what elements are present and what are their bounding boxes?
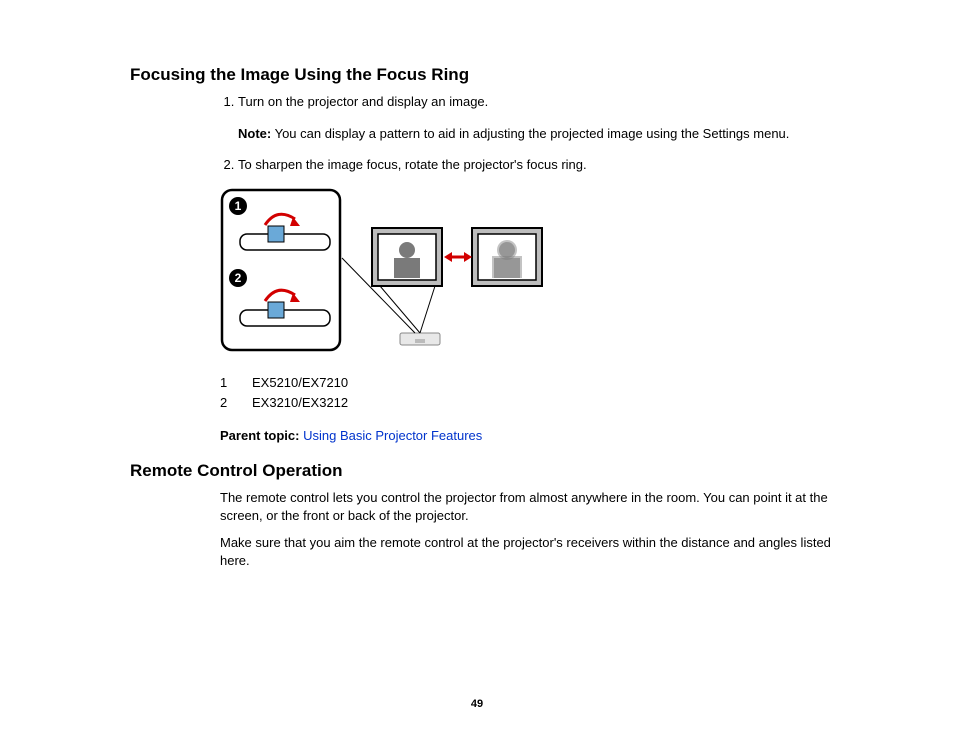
section2-body: The remote control lets you control the … [220, 489, 844, 569]
heading-remote: Remote Control Operation [130, 461, 844, 481]
legend-list: 1 EX5210/EX7210 2 EX3210/EX3212 [220, 373, 844, 415]
legend-text-2: EX3210/EX3212 [252, 393, 348, 414]
legend-row-2: 2 EX3210/EX3212 [220, 393, 844, 414]
parent-topic-link[interactable]: Using Basic Projector Features [303, 428, 482, 443]
step-1-text: Turn on the projector and display an ima… [238, 94, 488, 109]
legend-num-1: 1 [220, 373, 252, 394]
note-text: You can display a pattern to aid in adju… [271, 126, 789, 141]
svg-text:1: 1 [235, 199, 242, 213]
note-block: Note: You can display a pattern to aid i… [238, 125, 844, 143]
steps-list: Turn on the projector and display an ima… [220, 93, 844, 174]
step-1: Turn on the projector and display an ima… [238, 93, 844, 142]
page-number: 49 [0, 698, 954, 710]
remote-para-1: The remote control lets you control the … [220, 489, 844, 524]
step-2-text: To sharpen the image focus, rotate the p… [238, 157, 587, 172]
focus-ring-figure: 1 2 [220, 188, 844, 361]
legend-text-1: EX5210/EX7210 [252, 373, 348, 394]
focus-ring-illustration-icon: 1 2 [220, 188, 550, 358]
note-label: Note: [238, 126, 271, 141]
legend-num-2: 2 [220, 393, 252, 414]
svg-text:2: 2 [235, 271, 242, 285]
section1-body: Turn on the projector and display an ima… [220, 93, 844, 443]
heading-focusing: Focusing the Image Using the Focus Ring [130, 65, 844, 85]
step-2: To sharpen the image focus, rotate the p… [238, 156, 844, 174]
parent-topic-label: Parent topic: [220, 428, 299, 443]
legend-row-1: 1 EX5210/EX7210 [220, 373, 844, 394]
remote-para-2: Make sure that you aim the remote contro… [220, 534, 844, 569]
parent-topic: Parent topic: Using Basic Projector Feat… [220, 428, 844, 443]
